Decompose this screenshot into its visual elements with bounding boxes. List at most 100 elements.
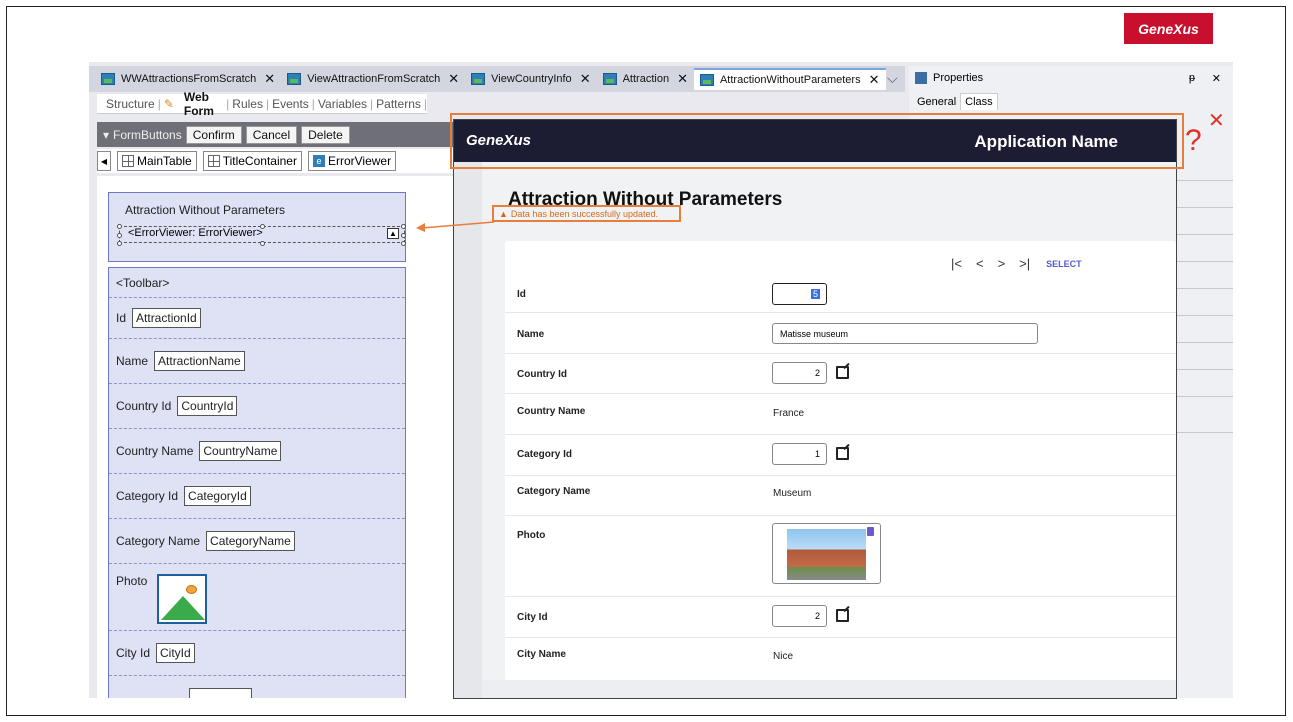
close-icon[interactable]: ✕ [448,71,459,87]
attractionname-control[interactable]: AttractionName [154,351,245,371]
tab-general[interactable]: General [913,94,960,110]
form-row-photo: Photo [505,516,1176,597]
form-label: Id [517,289,526,300]
toolbar-row[interactable]: <Toolbar> [109,268,405,298]
form-label: Name [517,329,545,340]
breadcrumb-maintable[interactable]: MainTable [117,151,197,171]
doc-tab-viewcountryinfo[interactable]: ViewCountryInfo ✕ [465,68,596,90]
close-icon[interactable]: ✕ [869,72,880,88]
confirm-button[interactable]: Confirm [185,125,242,144]
selection-handle[interactable] [401,241,406,246]
error-viewer-label: <ErrorViewer: ErrorViewer> [128,227,263,239]
id-input[interactable]: 5 [772,283,827,305]
tab-events[interactable]: Events [269,97,312,111]
breadcrumb-errorviewer[interactable]: e ErrorViewer [307,151,397,171]
design-row-category-id[interactable]: Category Id CategoryId [109,474,405,519]
close-icon[interactable]: ✕ [1212,72,1221,85]
selection-handle[interactable] [117,233,122,238]
chevron-down-icon[interactable]: ⌵ [887,70,898,87]
previous-record-icon[interactable]: < [976,256,984,271]
selection-handle[interactable] [401,233,406,238]
design-row-id[interactable]: Id AttractionId [109,298,405,339]
toolbar-placeholder: <Toolbar> [116,275,170,290]
properties-tabs: General Class [909,90,1233,110]
form-label: Category Name [517,486,591,497]
tab-variables[interactable]: Variables [315,97,370,111]
doc-tab-attraction[interactable]: Attraction ✕ [597,68,694,90]
doc-tab-attractionwithoutparameters[interactable]: AttractionWithoutParameters ✕ [693,68,886,90]
doc-tab-wwattractionsfromscratch[interactable]: WWAttractionsFromScratch ✕ [95,68,281,90]
close-icon[interactable]: ✕ [677,71,688,87]
categoryname-control[interactable]: CategoryName [206,531,295,551]
select-link[interactable]: SELECT [1046,259,1082,269]
open-external-icon[interactable] [836,447,849,460]
photo-field[interactable] [772,523,881,584]
tab-rules[interactable]: Rules [229,97,266,111]
countryid-control[interactable]: CountryId [177,396,238,416]
category-id-input[interactable]: 1 [772,443,827,465]
pin-icon[interactable]: ᵽ [1189,72,1195,84]
selection-handle[interactable] [117,241,122,246]
form-row-category-id: Category Id 1 [505,435,1176,476]
doc-tab-viewattractionfromscratch[interactable]: ViewAttractionFromScratch ✕ [281,68,465,90]
name-input[interactable]: Matisse museum [772,323,1038,344]
delete-button[interactable]: Delete [301,125,350,144]
attractionid-control[interactable]: AttractionId [132,308,201,328]
open-external-icon[interactable] [836,366,849,379]
main-table-panel[interactable]: <Toolbar> Id AttractionId Name Attractio… [108,267,406,698]
next-record-icon[interactable]: > [998,256,1006,271]
upload-icon[interactable]: ▲ [387,228,399,239]
open-external-icon[interactable] [836,609,849,622]
collapse-icon[interactable]: ▾ [103,128,109,142]
chevron-left-icon[interactable]: ◀ [97,151,111,171]
callout-arrow-head [416,223,425,232]
next-field-control[interactable] [189,688,252,698]
error-viewer-control[interactable]: <ErrorViewer: ErrorViewer> ▲ [117,224,406,246]
breadcrumb-titlecontainer[interactable]: TitleContainer [202,151,302,171]
design-row-city-id[interactable]: City Id CityId [109,631,405,676]
form-row-name: Name Matisse museum [505,313,1176,354]
web-panel-icon [101,73,115,85]
selection-handle[interactable] [260,241,265,246]
countryname-control[interactable]: CountryName [199,441,282,461]
record-navigation: |< < > >| SELECT [951,256,1082,271]
trash-icon[interactable] [867,527,874,536]
image-placeholder-icon[interactable] [157,574,208,624]
categoryid-control[interactable]: CategoryId [184,486,251,506]
selection-handle[interactable] [117,224,122,229]
tab-class[interactable]: Class [960,93,998,110]
transaction-icon [602,73,617,85]
country-id-input[interactable]: 2 [772,362,827,384]
design-row-category-name[interactable]: Category Name CategoryName [109,519,405,564]
form-row-city-name: City Name Nice [505,638,1176,678]
tab-structure[interactable]: Structure [103,97,158,111]
close-icon[interactable]: ✕ [264,71,275,87]
design-label: Country Name [116,444,194,458]
tab-web-form[interactable]: Web Form [181,90,226,118]
design-row-country-name[interactable]: Country Name CountryName [109,429,405,474]
property-grid-line [1177,261,1233,262]
design-row-name[interactable]: Name AttractionName [109,339,405,384]
callout-arrow [416,221,495,232]
property-grid-line [1177,342,1233,343]
first-record-icon[interactable]: |< [951,256,962,271]
design-row-photo[interactable]: Photo [109,564,405,631]
control-breadcrumb: ◀ MainTable TitleContainer e ErrorViewer [97,149,453,173]
form-label: Category Id [517,449,573,460]
last-record-icon[interactable]: >| [1019,256,1030,271]
editor-part-tabs: Structure | ✎ Web Form | Rules | Events … [97,90,427,118]
cityid-control[interactable]: CityId [156,643,195,663]
selection-handle[interactable] [401,224,406,229]
properties-header: Properties ᵽ ✕ [909,68,1233,88]
cancel-button[interactable]: Cancel [245,125,298,144]
city-id-input[interactable]: 2 [772,605,827,627]
design-label: Country Id [116,399,172,413]
design-row-country-id[interactable]: Country Id CountryId [109,384,405,429]
title-container[interactable]: Attraction Without Parameters <ErrorView… [108,192,406,262]
callout-arrow-line [421,221,495,229]
form-label: City Id [517,612,548,623]
form-row-id: Id 5 [505,275,1176,313]
close-icon[interactable]: ✕ [580,71,591,87]
tab-patterns[interactable]: Patterns [373,97,424,111]
selection-handle[interactable] [260,224,265,229]
